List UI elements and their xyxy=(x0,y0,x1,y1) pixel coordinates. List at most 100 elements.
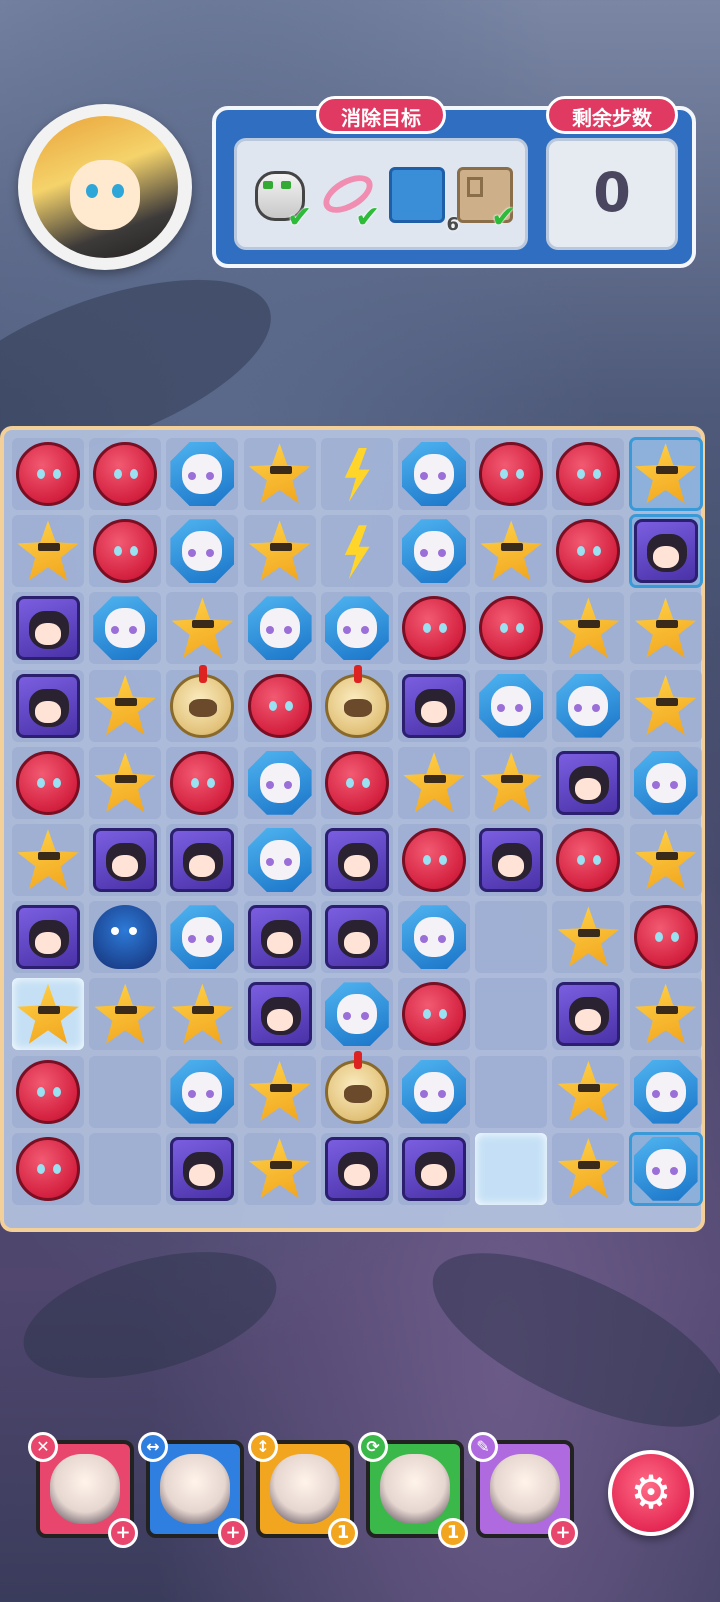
red-piece[interactable] xyxy=(16,750,80,815)
board-cell[interactable] xyxy=(398,1055,470,1128)
red-piece[interactable] xyxy=(402,828,466,892)
red-piece[interactable] xyxy=(479,442,544,506)
purple-piece[interactable] xyxy=(247,905,312,970)
game-board[interactable] xyxy=(0,426,705,1232)
star-piece[interactable] xyxy=(248,520,311,581)
board-cell[interactable] xyxy=(398,515,470,588)
board-cell[interactable] xyxy=(166,1055,239,1128)
blue-piece[interactable] xyxy=(247,596,312,661)
board-cell[interactable] xyxy=(398,1132,470,1205)
board-cell[interactable] xyxy=(166,901,239,974)
red-piece[interactable] xyxy=(16,1136,80,1201)
purple-piece[interactable] xyxy=(93,828,158,892)
board-cell[interactable] xyxy=(166,664,239,742)
star-piece[interactable] xyxy=(634,443,697,504)
board-cell[interactable] xyxy=(475,592,548,665)
star-piece[interactable] xyxy=(634,597,697,658)
red-piece[interactable] xyxy=(633,905,698,970)
blue-piece[interactable] xyxy=(633,750,698,815)
purple-piece[interactable] xyxy=(556,750,621,815)
board-cell[interactable] xyxy=(166,824,239,896)
board-cell[interactable] xyxy=(552,901,625,974)
settings-button[interactable]: ⚙ xyxy=(608,1450,694,1536)
board-cell[interactable] xyxy=(12,1055,84,1128)
board-cell[interactable] xyxy=(12,746,84,819)
purple-piece[interactable] xyxy=(479,828,544,892)
blue-piece[interactable] xyxy=(402,442,466,506)
blue-piece[interactable] xyxy=(170,1059,235,1124)
board-cell[interactable] xyxy=(243,824,316,896)
board-cell[interactable] xyxy=(398,824,470,896)
board-cell[interactable] xyxy=(166,978,239,1051)
board-cell[interactable] xyxy=(320,1050,393,1128)
star-piece[interactable] xyxy=(17,829,79,890)
board-cell[interactable] xyxy=(320,824,393,896)
star-piece[interactable] xyxy=(634,674,697,736)
star-piece[interactable] xyxy=(480,520,542,581)
board-cell[interactable] xyxy=(398,978,470,1051)
board-cell[interactable] xyxy=(89,592,162,665)
board-cell[interactable] xyxy=(243,592,316,665)
red-piece[interactable] xyxy=(247,673,312,738)
board-cell[interactable] xyxy=(552,824,625,896)
blue-piece[interactable] xyxy=(324,596,389,661)
board-cell[interactable] xyxy=(12,978,84,1051)
red-piece[interactable] xyxy=(93,442,158,506)
board-cell[interactable] xyxy=(89,901,162,974)
red-piece[interactable] xyxy=(324,750,389,815)
board-cell[interactable] xyxy=(243,746,316,819)
board-cell[interactable] xyxy=(475,746,548,819)
crab-piece[interactable] xyxy=(93,905,158,970)
purple-piece[interactable] xyxy=(16,596,80,661)
purple-piece[interactable] xyxy=(247,982,312,1047)
board-cell[interactable] xyxy=(89,824,162,896)
board-cell[interactable] xyxy=(398,746,470,819)
star-piece[interactable] xyxy=(17,520,79,581)
board-cell[interactable] xyxy=(628,1131,703,1206)
blue-piece[interactable] xyxy=(247,828,312,892)
blue-piece[interactable] xyxy=(402,905,466,970)
star-piece[interactable] xyxy=(94,674,156,736)
board-cell[interactable] xyxy=(166,438,239,510)
star-piece[interactable] xyxy=(557,597,620,658)
board-cell[interactable] xyxy=(552,1055,625,1128)
board-cell[interactable] xyxy=(89,669,162,742)
star-piece[interactable] xyxy=(248,1138,311,1199)
board-cell[interactable] xyxy=(320,664,393,742)
board-cell[interactable] xyxy=(12,901,84,974)
star-piece[interactable] xyxy=(557,1138,620,1199)
board-cell[interactable] xyxy=(320,978,393,1051)
board-cell[interactable] xyxy=(475,669,548,742)
board-cell[interactable] xyxy=(320,515,393,588)
board-cell[interactable] xyxy=(243,438,316,510)
board-cell[interactable] xyxy=(320,1132,393,1205)
board-cell[interactable] xyxy=(89,1132,162,1205)
star-piece[interactable] xyxy=(94,752,156,813)
purple-piece[interactable] xyxy=(170,828,235,892)
board-cell[interactable] xyxy=(320,901,393,974)
board-cell[interactable] xyxy=(166,592,239,665)
board-cell[interactable] xyxy=(89,978,162,1051)
star-piece[interactable] xyxy=(171,983,234,1044)
board-cell[interactable] xyxy=(475,1055,548,1128)
blue-piece[interactable] xyxy=(402,519,466,584)
purple-piece[interactable] xyxy=(402,1136,466,1201)
purple-piece[interactable] xyxy=(324,1136,389,1201)
board-cell[interactable] xyxy=(12,515,84,588)
board-cell[interactable] xyxy=(320,438,393,510)
blue-piece[interactable] xyxy=(247,750,312,815)
red-piece[interactable] xyxy=(16,1059,80,1124)
board-cell[interactable] xyxy=(398,592,470,665)
board-cell[interactable] xyxy=(243,669,316,742)
red-piece[interactable] xyxy=(402,982,466,1047)
board-cell[interactable] xyxy=(89,515,162,588)
purple-piece[interactable] xyxy=(170,1136,235,1201)
board-cell[interactable] xyxy=(398,438,470,510)
star-piece[interactable] xyxy=(17,983,79,1044)
board-cell[interactable] xyxy=(628,437,703,511)
board-cell[interactable] xyxy=(552,515,625,588)
blue-piece[interactable] xyxy=(633,1059,698,1124)
purple-piece[interactable] xyxy=(633,519,698,584)
board-cell[interactable] xyxy=(629,1055,702,1128)
star-piece[interactable] xyxy=(403,752,465,813)
